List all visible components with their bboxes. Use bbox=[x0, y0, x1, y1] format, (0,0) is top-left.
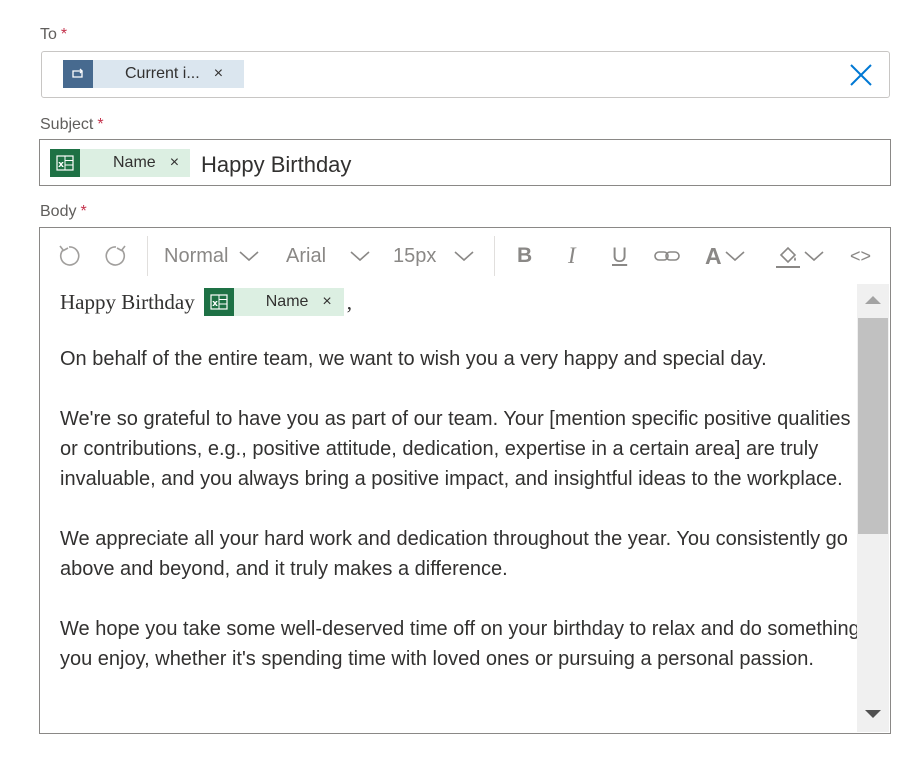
editor-toolbar: Normal Arial 15px B I U A <> bbox=[40, 228, 890, 284]
body-paragraph: We hope you take some well-deserved time… bbox=[60, 618, 860, 670]
body-scrollbar[interactable] bbox=[857, 284, 889, 732]
paragraph-style-dropdown[interactable]: Normal bbox=[164, 242, 261, 270]
greeting-token[interactable]: x Name × bbox=[203, 287, 344, 317]
svg-text:x: x bbox=[58, 160, 64, 170]
flow-icon bbox=[63, 60, 93, 88]
body-editor[interactable]: Normal Arial 15px B I U A <> Happy Birth… bbox=[39, 227, 891, 734]
font-color-dropdown[interactable]: A bbox=[705, 242, 746, 270]
scrollbar-thumb[interactable] bbox=[858, 318, 888, 534]
link-icon[interactable] bbox=[654, 242, 680, 270]
subject-text[interactable]: Happy Birthday bbox=[201, 152, 351, 178]
subject-token-remove[interactable]: × bbox=[170, 154, 179, 172]
font-family-dropdown[interactable]: Arial bbox=[286, 242, 372, 270]
code-view-button[interactable]: <> bbox=[850, 242, 871, 270]
highlight-dropdown[interactable] bbox=[775, 242, 825, 270]
excel-icon: x bbox=[203, 288, 234, 316]
chevron-down-icon bbox=[454, 251, 474, 262]
undo-icon[interactable] bbox=[56, 242, 82, 270]
chevron-down-icon bbox=[725, 251, 745, 262]
greeting-token-label: Name bbox=[265, 293, 309, 310]
highlight-icon bbox=[776, 246, 800, 268]
body-content[interactable]: Happy Birthday x Name × , On behalf of t… bbox=[60, 284, 860, 674]
subject-token-label: Name bbox=[113, 154, 156, 171]
chevron-down-icon bbox=[804, 251, 824, 262]
subject-label: Subject * bbox=[40, 116, 104, 133]
to-token[interactable]: Current i... × bbox=[63, 60, 244, 88]
greeting-text: Happy Birthday bbox=[60, 290, 195, 314]
chevron-down-icon bbox=[350, 251, 370, 262]
bold-button[interactable]: B bbox=[517, 242, 532, 270]
chevron-down-icon bbox=[239, 251, 259, 262]
to-token-remove[interactable]: × bbox=[214, 65, 223, 83]
to-label: To * bbox=[40, 26, 68, 43]
excel-icon: x bbox=[50, 149, 80, 177]
svg-text:x: x bbox=[212, 299, 218, 309]
subject-token[interactable]: x Name × bbox=[50, 149, 190, 177]
greeting-suffix: , bbox=[346, 290, 352, 314]
greeting-token-remove[interactable]: × bbox=[322, 287, 331, 317]
close-icon[interactable] bbox=[849, 63, 873, 87]
to-field[interactable]: Current i... × bbox=[41, 51, 890, 98]
subject-field[interactable]: x Name × Happy Birthday bbox=[39, 139, 891, 186]
scroll-up-arrow[interactable] bbox=[857, 290, 889, 310]
body-label: Body * bbox=[40, 203, 87, 220]
underline-button[interactable]: U bbox=[612, 242, 627, 270]
font-size-dropdown[interactable]: 15px bbox=[393, 242, 476, 270]
body-paragraph: On behalf of the entire team, we want to… bbox=[60, 348, 767, 370]
body-paragraph: We appreciate all your hard work and ded… bbox=[60, 528, 848, 580]
scroll-down-arrow[interactable] bbox=[857, 704, 889, 724]
body-paragraph: We're so grateful to have you as part of… bbox=[60, 408, 851, 490]
to-token-label: Current i... bbox=[125, 65, 200, 82]
italic-button[interactable]: I bbox=[568, 242, 576, 270]
redo-icon[interactable] bbox=[103, 242, 129, 270]
